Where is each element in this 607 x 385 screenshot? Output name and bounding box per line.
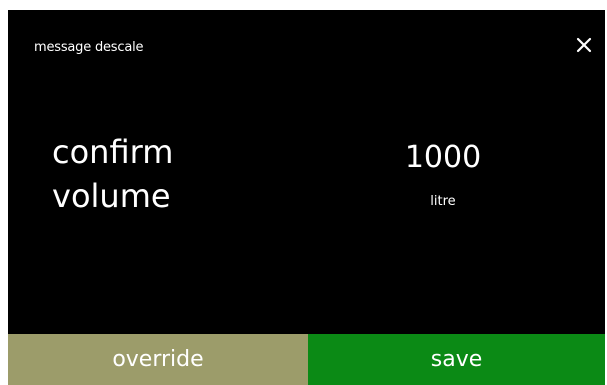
confirm-volume-label: confirm volume bbox=[52, 130, 173, 218]
label-line-confirm: confirm bbox=[52, 133, 174, 171]
override-button[interactable]: override bbox=[8, 334, 308, 385]
label-line-volume: volume bbox=[52, 177, 171, 215]
volume-value[interactable]: 1000 bbox=[388, 140, 498, 176]
screen-title: message descale bbox=[34, 40, 144, 55]
close-button[interactable] bbox=[571, 32, 597, 58]
save-button[interactable]: save bbox=[308, 334, 605, 385]
volume-unit: litre bbox=[430, 194, 456, 209]
close-icon bbox=[576, 37, 592, 53]
descale-screen: message descale confirm volume 1000 litr… bbox=[8, 10, 605, 385]
